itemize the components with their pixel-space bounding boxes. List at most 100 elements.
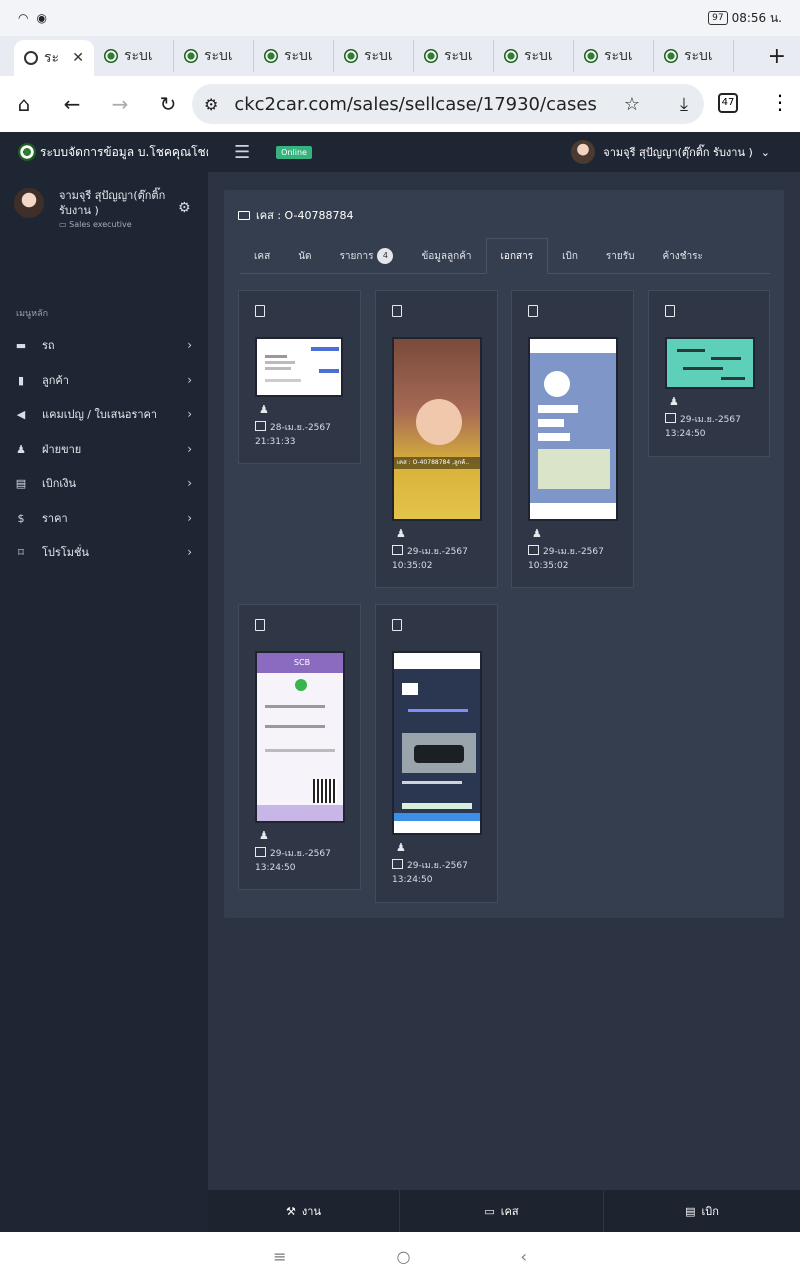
sidebar: จามจุรี สุปัญญา(ตุ๊กติ๊ก รับงาน ) ▭ Sale… xyxy=(0,172,208,1232)
document-thumbnail[interactable]: SCB xyxy=(255,651,345,823)
back-chevron-icon[interactable]: ‹ xyxy=(520,1247,526,1266)
forward-icon[interactable]: → xyxy=(96,92,144,116)
sidebar-item-car[interactable]: ▬ รถ › xyxy=(0,330,208,360)
document-card[interactable]: SCB ♟ 29-เม.ย.-2567 13:24:50 xyxy=(238,604,361,890)
bank-label: SCB xyxy=(257,653,343,673)
reload-icon[interactable]: ↻ xyxy=(144,92,192,116)
tab-items[interactable]: รายการ 4 xyxy=(326,238,408,274)
sidebar-item-label: ฝ่ายขาย xyxy=(42,443,82,456)
chevron-right-icon: › xyxy=(187,511,192,525)
web-app: ระบบจัดการข้อมูล บ.โชคคุณโชค ☰ Online จา… xyxy=(0,132,800,1232)
document-thumbnail[interactable] xyxy=(528,337,618,521)
brand-title: ระบบจัดการข้อมูล บ.โชคคุณโชค xyxy=(40,144,208,159)
download-icon[interactable]: ⤓ xyxy=(680,94,688,115)
site-logo-icon xyxy=(424,49,438,63)
tab-withdraw[interactable]: เบิก xyxy=(548,238,592,274)
sidebar-item-label: โปรโมชั่น xyxy=(42,546,89,559)
browser-tab-active[interactable]: ระ ✕ xyxy=(14,40,94,76)
document-timestamp: 29-เม.ย.-2567 10:35:02 xyxy=(392,545,468,571)
car-icon: ▬ xyxy=(15,338,27,352)
case-tabs: เคส นัด รายการ 4 ข้อมูลลูกค้า เอกสาร เบิก… xyxy=(240,238,770,274)
site-settings-icon[interactable]: ⚙ xyxy=(204,95,218,114)
id-card-icon xyxy=(238,210,250,220)
document-card[interactable]: ♟ 29-เม.ย.-2567 13:24:50 xyxy=(375,604,498,903)
document-thumbnail[interactable]: เคส : O-40788784 ,ลูกค้.. xyxy=(392,337,482,521)
browser-tab[interactable]: ระบเ xyxy=(334,40,414,72)
browser-tab[interactable]: ระบเ xyxy=(94,40,174,72)
profile-role: ▭ Sales executive xyxy=(59,220,132,229)
sidebar-item-sales[interactable]: ♟ ฝ่ายขาย › xyxy=(0,434,208,464)
bottom-nav-withdraw[interactable]: ▤ เบิก xyxy=(604,1190,800,1232)
document-card[interactable]: ♟ 28-เม.ย.-2567 21:31:33 xyxy=(238,290,361,464)
site-logo-icon xyxy=(664,49,678,63)
sidebar-item-label: ลูกค้า xyxy=(42,374,69,387)
sidebar-item-promotion[interactable]: ⌑ โปรโมชั่น › xyxy=(0,537,208,567)
document-thumbnail[interactable] xyxy=(392,651,482,835)
file-icon xyxy=(255,619,265,631)
sidebar-item-label: รถ xyxy=(42,339,55,352)
chrome-icon: ◉ xyxy=(36,11,47,25)
sidebar-item-customer[interactable]: ▮ ลูกค้า › xyxy=(0,365,208,395)
bottom-nav-work[interactable]: ⚒ งาน xyxy=(208,1190,400,1232)
file-icon xyxy=(392,619,402,631)
case-card: เคส : O-40788784 เคส นัด รายการ 4 ข้อมูลล… xyxy=(224,190,784,918)
site-logo-icon xyxy=(344,49,358,63)
url-bar[interactable]: ⚙ ckc2car.com/sales/sellcase/17930/cases… xyxy=(192,84,704,124)
user-icon: ♟ xyxy=(669,395,679,408)
app-top-nav: ระบบจัดการข้อมูล บ.โชคคุณโชค ☰ Online จา… xyxy=(0,132,800,172)
tab-income[interactable]: รายรับ xyxy=(592,238,649,274)
thumbnail-caption: เคส : O-40788784 ,ลูกค้.. xyxy=(394,457,480,469)
recent-apps-icon[interactable]: ≡ xyxy=(273,1247,286,1266)
menu-heading: เมนูหลัก xyxy=(16,309,49,319)
tab-customer-info[interactable]: ข้อมูลลูกค้า xyxy=(407,238,485,274)
user-menu[interactable]: จามจุรี สุปัญญา(ตุ๊กติ๊ก รับงาน ) ⌄ xyxy=(571,140,770,164)
tab-switcher-button[interactable]: 47 xyxy=(718,93,738,113)
document-timestamp: 29-เม.ย.-2567 13:24:50 xyxy=(665,413,741,439)
clock: 08:56 น. xyxy=(731,10,782,25)
user-icon: ♟ xyxy=(259,403,269,416)
document-card[interactable]: เคส : O-40788784 ,ลูกค้.. ♟ 29-เม.ย.-256… xyxy=(375,290,498,588)
sidebar-item-price[interactable]: $ ราคา › xyxy=(0,503,208,533)
chevron-right-icon: › xyxy=(187,442,192,456)
chevron-right-icon: › xyxy=(187,373,192,387)
tab-title: ระ xyxy=(44,50,60,66)
gear-icon[interactable]: ⚙ xyxy=(178,200,191,216)
system-nav-bar: ≡ ○ ‹ xyxy=(0,1232,800,1280)
calendar-icon xyxy=(392,545,403,555)
browser-tab[interactable]: ระบเ xyxy=(254,40,334,72)
document-thumbnail[interactable] xyxy=(665,337,755,389)
url-text: ckc2car.com/sales/sellcase/17930/cases xyxy=(234,93,597,115)
bottom-nav-case[interactable]: ▭ เคส xyxy=(400,1190,604,1232)
tab-outstanding[interactable]: ค้างชำระ xyxy=(649,238,717,274)
browser-tab[interactable]: ระบเ xyxy=(574,40,654,72)
tab-documents[interactable]: เอกสาร xyxy=(485,238,549,274)
document-thumbnail[interactable] xyxy=(255,337,343,397)
site-logo-icon xyxy=(104,49,118,63)
home-circle-icon[interactable]: ○ xyxy=(397,1247,411,1266)
browser-toolbar: ⌂ ← → ↻ ⚙ ckc2car.com/sales/sellcase/179… xyxy=(0,76,800,132)
dollar-icon: $ xyxy=(17,511,25,525)
more-menu-icon[interactable]: ⋮ xyxy=(770,90,790,114)
sidebar-item-withdraw[interactable]: ▤ เบิกเงิน › xyxy=(0,468,208,498)
close-tab-icon[interactable]: ✕ xyxy=(72,50,84,66)
document-card[interactable]: ♟ 29-เม.ย.-2567 10:35:02 xyxy=(511,290,634,588)
items-count-badge: 4 xyxy=(377,248,394,264)
tab-case[interactable]: เคส xyxy=(240,238,284,274)
new-tab-button[interactable]: + xyxy=(768,44,786,69)
browser-tab[interactable]: ระบเ xyxy=(654,40,734,72)
browser-tab[interactable]: ระบเ xyxy=(174,40,254,72)
browser-tab[interactable]: ระบเ xyxy=(414,40,494,72)
home-icon[interactable]: ⌂ xyxy=(0,92,48,116)
tab-title: ระบเ xyxy=(604,48,633,64)
back-icon[interactable]: ← xyxy=(48,92,96,116)
megaphone-icon: ◀ xyxy=(16,407,26,421)
contacts-icon: ▮ xyxy=(17,373,25,387)
brand[interactable]: ระบบจัดการข้อมูล บ.โชคคุณโชค xyxy=(0,143,208,162)
browser-tab[interactable]: ระบเ xyxy=(494,40,574,72)
bookmark-star-icon[interactable]: ☆ xyxy=(624,94,640,115)
document-card[interactable]: ♟ 29-เม.ย.-2567 13:24:50 xyxy=(648,290,770,457)
tab-title: ระบเ xyxy=(124,48,153,64)
hamburger-menu-icon[interactable]: ☰ xyxy=(234,142,250,163)
tab-appointment[interactable]: นัด xyxy=(284,238,325,274)
sidebar-item-campaign[interactable]: ◀ แคมเปญ / ใบเสนอราคา › xyxy=(0,399,208,429)
